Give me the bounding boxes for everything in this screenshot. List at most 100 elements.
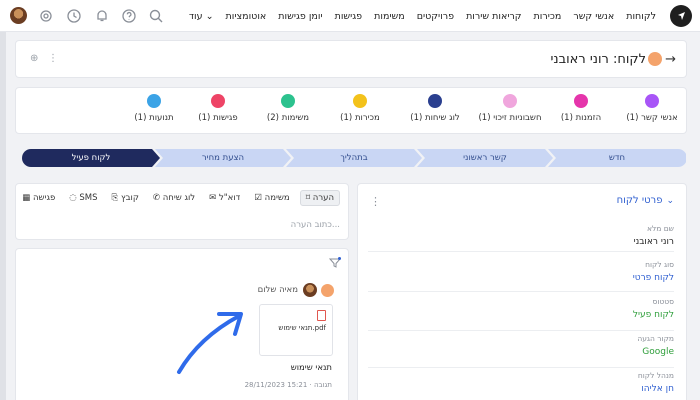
activity-composer: ⌑ הערה ☑ משימה ✉ דוא"ל ✆ לוג שיחה ⎘ קובץ… xyxy=(15,183,349,240)
activity-tabs: ⌑ הערה ☑ משימה ✉ דוא"ל ✆ לוג שיחה ⎘ קובץ… xyxy=(8,189,340,207)
page-title: לקוח: רוני ראובני xyxy=(550,52,646,67)
field-lead-source: מקור הגעה Google xyxy=(368,334,674,368)
user-avatar[interactable] xyxy=(10,7,27,24)
tab-note[interactable]: ⌑ הערה xyxy=(299,190,340,206)
pipeline-stage-initial-contact[interactable]: קשר ראשוני xyxy=(417,149,553,167)
nav-more-menu[interactable]: עוד ⌄ xyxy=(189,11,214,22)
cart-icon xyxy=(574,94,588,108)
related-contacts[interactable]: אנשי קשר (1) xyxy=(612,94,692,123)
field-value[interactable]: Google xyxy=(368,347,674,357)
field-customer-type: סוג לקוח לקוח פרטי xyxy=(368,260,674,292)
file-name: תנאי שימוש.pdf xyxy=(278,324,326,332)
pipeline-stage-in-progress[interactable]: בתהליך xyxy=(286,149,422,167)
field-value[interactable]: לקוח פרטי xyxy=(368,273,674,283)
tab-label: SMS xyxy=(79,193,98,203)
tab-label: לוג שיחה xyxy=(162,193,196,203)
field-value[interactable]: לקוח פעיל xyxy=(368,310,674,320)
related-label: מכירות (1) xyxy=(340,113,380,123)
filter-icon[interactable] xyxy=(329,257,341,269)
nav-item-automations[interactable]: אוטומציות xyxy=(226,11,267,22)
field-status: סטטוס לקוח פעיל xyxy=(368,297,674,331)
stage-label: לקוח פעיל xyxy=(71,153,111,163)
field-label: שם מלא xyxy=(646,224,674,233)
related-label: חשבוניות זיכוי (1) xyxy=(478,113,542,123)
checkbox-icon: ☑ xyxy=(254,193,265,203)
details-header[interactable]: ⌄ פרטי לקוח xyxy=(617,195,674,206)
tab-label: משימה xyxy=(264,193,290,203)
field-value[interactable]: חן אליהו xyxy=(368,384,674,394)
author-name: מאיה שלום xyxy=(257,285,298,295)
field-label: סוג לקוח xyxy=(645,260,674,269)
nav-item-tasks[interactable]: משימות xyxy=(374,11,405,22)
stage-label: קשר ראשוני xyxy=(463,153,507,163)
nav-item-customers[interactable]: לקוחות xyxy=(626,11,656,22)
attachment-type-icon xyxy=(321,283,334,297)
related-label: לוג שיחות (1) xyxy=(410,113,460,123)
related-tasks[interactable]: משימות (2) xyxy=(248,94,328,123)
tab-email[interactable]: ✉ דוא"ל xyxy=(209,193,240,203)
note-input[interactable]: כתוב הערה... xyxy=(24,220,340,230)
related-records: אנשי קשר (1) הזמנות (1) חשבוניות זיכוי (… xyxy=(15,87,687,134)
nav-item-sales[interactable]: מכירות xyxy=(534,11,562,22)
bookmark-icon: ⌑ xyxy=(305,193,313,203)
nav-item-calendar[interactable]: יומן פגישות xyxy=(278,11,322,22)
pipeline-stage-active-customer[interactable]: לקוח פעיל xyxy=(22,149,160,167)
related-label: אנשי קשר (1) xyxy=(626,113,678,123)
main-menu: לקוחות אנשי קשר מכירות קריאות שירות פרוי… xyxy=(177,0,656,32)
logo-arrow-icon xyxy=(678,12,685,20)
pipeline-stage-new[interactable]: חדש xyxy=(548,149,686,167)
feed-item-meta: 28/11/2023 15:21 · תגובה xyxy=(244,381,332,389)
details-title: פרטי לקוח xyxy=(616,195,663,206)
tab-call-log[interactable]: ✆ לוג שיחה xyxy=(153,193,195,203)
feed-author: מאיה שלום xyxy=(258,283,334,297)
field-label: מנהל לקוח xyxy=(637,371,674,380)
app-logo[interactable] xyxy=(670,5,692,27)
invoice-icon xyxy=(503,94,517,108)
settings-gear-icon[interactable] xyxy=(38,8,54,24)
feed-item-title: תנאי שימוש xyxy=(290,363,332,373)
related-call-logs[interactable]: לוג שיחות (1) xyxy=(395,94,475,123)
stage-label: חדש xyxy=(608,153,626,163)
help-question-icon[interactable] xyxy=(121,8,137,24)
tab-task[interactable]: ☑ משימה xyxy=(254,193,289,203)
nav-item-contacts[interactable]: אנשי קשר xyxy=(573,11,614,22)
tab-label: הערה xyxy=(312,193,334,203)
field-account-manager: מנהל לקוח חן אליהו xyxy=(368,371,674,400)
phone-icon xyxy=(428,94,442,108)
nav-item-meetings[interactable]: פגישות xyxy=(335,11,363,22)
tab-file[interactable]: ⎘ קובץ xyxy=(112,193,139,203)
stage-label: בתהליך xyxy=(340,153,368,163)
check-icon xyxy=(281,94,295,108)
related-credit-invoices[interactable]: חשבוניות זיכוי (1) xyxy=(470,94,550,123)
record-header: → לקוח: רוני ראובני ⊕ ⋮ xyxy=(15,40,687,78)
search-icon[interactable] xyxy=(148,8,164,24)
customer-details-panel: ⌄ פרטי לקוח ⋮ שם מלא רוני ראובני סוג לקו… xyxy=(357,183,687,400)
contacts-icon xyxy=(645,94,659,108)
related-orders[interactable]: הזמנות (1) xyxy=(541,94,621,123)
field-label: מקור הגעה xyxy=(637,334,674,343)
tab-sms[interactable]: ◌ SMS xyxy=(69,193,97,203)
more-menu-icon[interactable]: ⋮ xyxy=(48,53,58,64)
pipeline-stage-quote[interactable]: הצעת מחיר xyxy=(155,149,291,167)
annotation-arrow-icon xyxy=(177,312,243,374)
bell-icon[interactable] xyxy=(94,8,110,24)
related-transactions[interactable]: תנועות (1) xyxy=(114,94,194,123)
header-actions: ⊕ ⋮ xyxy=(30,53,58,64)
tab-meeting[interactable]: ▦ פגישה xyxy=(22,193,55,203)
customer-type-icon xyxy=(648,52,662,66)
transactions-icon xyxy=(147,94,161,108)
related-label: תנועות (1) xyxy=(134,113,174,123)
details-more-icon[interactable]: ⋮ xyxy=(370,195,381,208)
author-avatar xyxy=(303,283,317,297)
left-scroll-strip xyxy=(0,32,6,400)
add-icon[interactable]: ⊕ xyxy=(30,53,38,64)
nav-item-service-calls[interactable]: קריאות שירות xyxy=(466,11,521,22)
related-sales[interactable]: מכירות (1) xyxy=(320,94,400,123)
nav-item-projects[interactable]: פרויקטים xyxy=(417,11,454,22)
file-attachment[interactable]: תנאי שימוש.pdf xyxy=(259,304,333,356)
back-arrow-icon[interactable]: → xyxy=(665,52,676,67)
clock-icon[interactable] xyxy=(66,8,82,24)
mail-icon: ✉ xyxy=(209,193,219,203)
field-value[interactable]: רוני ראובני xyxy=(368,237,674,247)
chart-icon xyxy=(353,94,367,108)
